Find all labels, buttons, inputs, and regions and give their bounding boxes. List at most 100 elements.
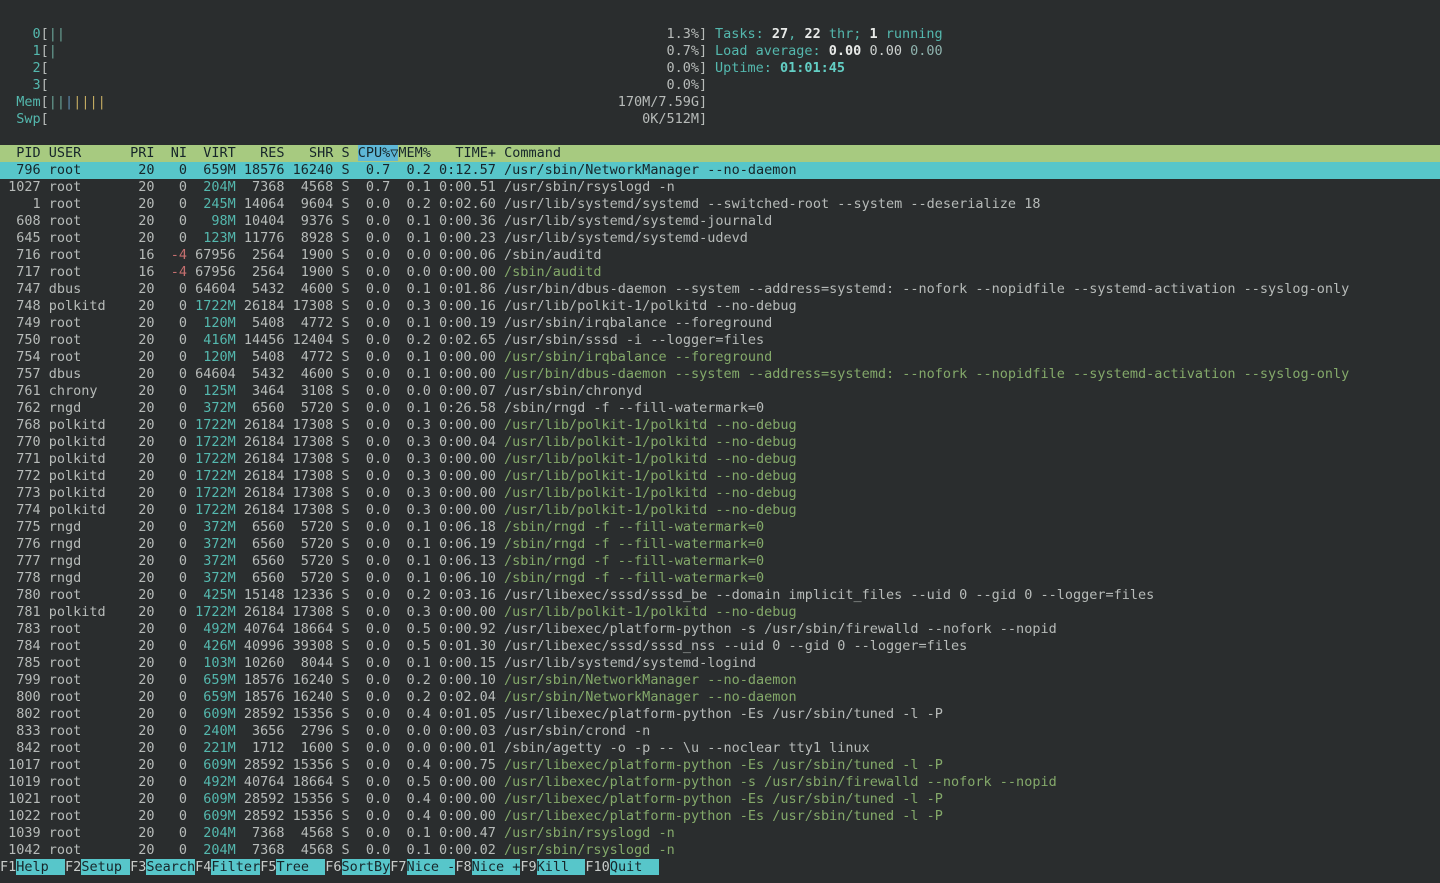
fn-key-help[interactable]: F1Help	[0, 859, 65, 875]
process-row[interactable]: 776 rngd 20 0 372M 6560 5720 S 0.0 0.1 0…	[0, 536, 1440, 553]
fn-key-sortby[interactable]: F6SortBy	[325, 859, 390, 875]
process-row[interactable]: 777 rngd 20 0 372M 6560 5720 S 0.0 0.1 0…	[0, 553, 1440, 570]
process-row[interactable]: 796 root 20 0 659M 18576 16240 S 0.7 0.2…	[0, 162, 1440, 179]
column-header-ni[interactable]: NI	[163, 145, 187, 161]
cell-mem: 0.5	[398, 621, 439, 637]
cell-shr: 16240	[293, 162, 342, 178]
process-row[interactable]: 783 root 20 0 492M 40764 18664 S 0.0 0.5…	[0, 621, 1440, 638]
process-row[interactable]: 784 root 20 0 426M 40996 39308 S 0.0 0.5…	[0, 638, 1440, 655]
cell-pri: 16	[130, 247, 163, 263]
column-header-time[interactable]: TIME+	[439, 145, 496, 161]
cell-res: 28592	[244, 706, 293, 722]
process-row[interactable]: 608 root 20 0 98M 10404 9376 S 0.0 0.1 0…	[0, 213, 1440, 230]
fn-key-setup[interactable]: F2Setup	[65, 859, 130, 875]
fn-key-nice[interactable]: F7Nice -	[390, 859, 455, 875]
process-row[interactable]: 778 rngd 20 0 372M 6560 5720 S 0.0 0.1 0…	[0, 570, 1440, 587]
column-header-mem[interactable]: MEM%	[398, 145, 431, 161]
process-row[interactable]: 1042 root 20 0 204M 7368 4568 S 0.0 0.1 …	[0, 842, 1440, 859]
process-row[interactable]: 771 polkitd 20 0 1722M 26184 17308 S 0.0…	[0, 451, 1440, 468]
cell-cpu: 0.0	[358, 417, 399, 433]
cpu-meter-0: 0[|| 1.3%]	[0, 26, 707, 43]
process-row[interactable]: 775 rngd 20 0 372M 6560 5720 S 0.0 0.1 0…	[0, 519, 1440, 536]
process-row[interactable]: 800 root 20 0 659M 18576 16240 S 0.0 0.2…	[0, 689, 1440, 706]
cell-virt: 659M	[195, 672, 244, 688]
cell-pri: 20	[130, 213, 163, 229]
cell-s: S	[341, 570, 357, 586]
cell-cmd: /sbin/rngd -f --fill-watermark=0	[504, 536, 764, 552]
process-row[interactable]: 773 polkitd 20 0 1722M 26184 17308 S 0.0…	[0, 485, 1440, 502]
cell-ni: 0	[163, 434, 196, 450]
process-row[interactable]: 1039 root 20 0 204M 7368 4568 S 0.0 0.1 …	[0, 825, 1440, 842]
process-row[interactable]: 716 root 16 -4 67956 2564 1900 S 0.0 0.0…	[0, 247, 1440, 264]
process-row[interactable]: 761 chrony 20 0 125M 3464 3108 S 0.0 0.0…	[0, 383, 1440, 400]
cell-pri: 20	[130, 366, 163, 382]
fn-key-filter[interactable]: F4Filter	[195, 859, 260, 875]
cell-virt: 372M	[195, 553, 244, 569]
process-row[interactable]: 1 root 20 0 245M 14064 9604 S 0.0 0.2 0:…	[0, 196, 1440, 213]
process-row[interactable]: 748 polkitd 20 0 1722M 26184 17308 S 0.0…	[0, 298, 1440, 315]
process-row[interactable]: 781 polkitd 20 0 1722M 26184 17308 S 0.0…	[0, 604, 1440, 621]
cell-mem: 0.3	[398, 502, 439, 518]
cell-user: rngd	[49, 536, 130, 552]
process-row[interactable]: 772 polkitd 20 0 1722M 26184 17308 S 0.0…	[0, 468, 1440, 485]
process-row[interactable]: 1021 root 20 0 609M 28592 15356 S 0.0 0.…	[0, 791, 1440, 808]
fn-key-search[interactable]: F3Search	[130, 859, 195, 875]
process-row[interactable]: 754 root 20 0 120M 5408 4772 S 0.0 0.1 0…	[0, 349, 1440, 366]
fn-key-quit[interactable]: F10Quit	[585, 859, 658, 875]
process-row[interactable]: 770 polkitd 20 0 1722M 26184 17308 S 0.0…	[0, 434, 1440, 451]
cell-ni: 0	[163, 808, 196, 824]
fn-key-tree[interactable]: F5Tree	[260, 859, 325, 875]
meter-bar: ||||	[73, 94, 106, 110]
cell-cmd: /usr/libexec/platform-python -Es /usr/sb…	[504, 808, 943, 824]
process-row[interactable]: 1019 root 20 0 492M 40764 18664 S 0.0 0.…	[0, 774, 1440, 791]
fn-key-nice[interactable]: F8Nice +	[455, 859, 520, 875]
column-header-cmd[interactable]: Command	[504, 145, 561, 161]
cell-cmd: /usr/libexec/sssd/sssd_be --domain impli…	[504, 587, 1154, 603]
process-row[interactable]: 749 root 20 0 120M 5408 4772 S 0.0 0.1 0…	[0, 315, 1440, 332]
cell-shr: 17308	[293, 434, 342, 450]
running-label: running	[878, 26, 943, 42]
cell-time: 0:06.13	[439, 553, 504, 569]
process-row[interactable]: 750 root 20 0 416M 14456 12404 S 0.0 0.2…	[0, 332, 1440, 349]
column-header-virt[interactable]: VIRT	[195, 145, 236, 161]
column-header-shr[interactable]: SHR	[293, 145, 334, 161]
running-count: 1	[869, 26, 877, 42]
process-row[interactable]: 645 root 20 0 123M 11776 8928 S 0.0 0.1 …	[0, 230, 1440, 247]
cell-res: 14456	[244, 332, 293, 348]
cell-time: 0:00.00	[439, 485, 504, 501]
process-row[interactable]: 762 rngd 20 0 372M 6560 5720 S 0.0 0.1 0…	[0, 400, 1440, 417]
process-row[interactable]: 717 root 16 -4 67956 2564 1900 S 0.0 0.0…	[0, 264, 1440, 281]
column-header-user[interactable]: USER	[49, 145, 122, 161]
meter-bar: ||	[49, 94, 65, 110]
cell-pid: 777	[0, 553, 49, 569]
process-row[interactable]: 747 dbus 20 0 64604 5432 4600 S 0.0 0.1 …	[0, 281, 1440, 298]
column-header-cpu[interactable]: CPU%	[358, 145, 391, 161]
process-row[interactable]: 785 root 20 0 103M 10260 8044 S 0.0 0.1 …	[0, 655, 1440, 672]
column-header-pri[interactable]: PRI	[130, 145, 154, 161]
cell-pri: 20	[130, 723, 163, 739]
process-row[interactable]: 802 root 20 0 609M 28592 15356 S 0.0 0.4…	[0, 706, 1440, 723]
process-row[interactable]: 1027 root 20 0 204M 7368 4568 S 0.7 0.1 …	[0, 179, 1440, 196]
process-row[interactable]: 774 polkitd 20 0 1722M 26184 17308 S 0.0…	[0, 502, 1440, 519]
cell-mem: 0.1	[398, 400, 439, 416]
process-row[interactable]: 842 root 20 0 221M 1712 1600 S 0.0 0.0 0…	[0, 740, 1440, 757]
process-row[interactable]: 780 root 20 0 425M 15148 12336 S 0.0 0.2…	[0, 587, 1440, 604]
cell-shr: 15356	[293, 791, 342, 807]
column-header-pid[interactable]: PID	[0, 145, 41, 161]
cell-cpu: 0.0	[358, 213, 399, 229]
cell-res: 28592	[244, 808, 293, 824]
cell-mem: 0.2	[398, 162, 439, 178]
cell-time: 0:00.00	[439, 468, 504, 484]
cell-shr: 4772	[293, 349, 342, 365]
cell-cpu: 0.0	[358, 842, 399, 858]
tasks-count: 27	[772, 26, 788, 42]
process-row[interactable]: 1022 root 20 0 609M 28592 15356 S 0.0 0.…	[0, 808, 1440, 825]
process-row[interactable]: 757 dbus 20 0 64604 5432 4600 S 0.0 0.1 …	[0, 366, 1440, 383]
column-header-res[interactable]: RES	[244, 145, 285, 161]
fn-key-kill[interactable]: F9Kill	[520, 859, 585, 875]
process-row[interactable]: 768 polkitd 20 0 1722M 26184 17308 S 0.0…	[0, 417, 1440, 434]
column-header-s[interactable]: S	[341, 145, 349, 161]
process-row[interactable]: 1017 root 20 0 609M 28592 15356 S 0.0 0.…	[0, 757, 1440, 774]
process-row[interactable]: 799 root 20 0 659M 18576 16240 S 0.0 0.2…	[0, 672, 1440, 689]
process-row[interactable]: 833 root 20 0 240M 3656 2796 S 0.0 0.0 0…	[0, 723, 1440, 740]
